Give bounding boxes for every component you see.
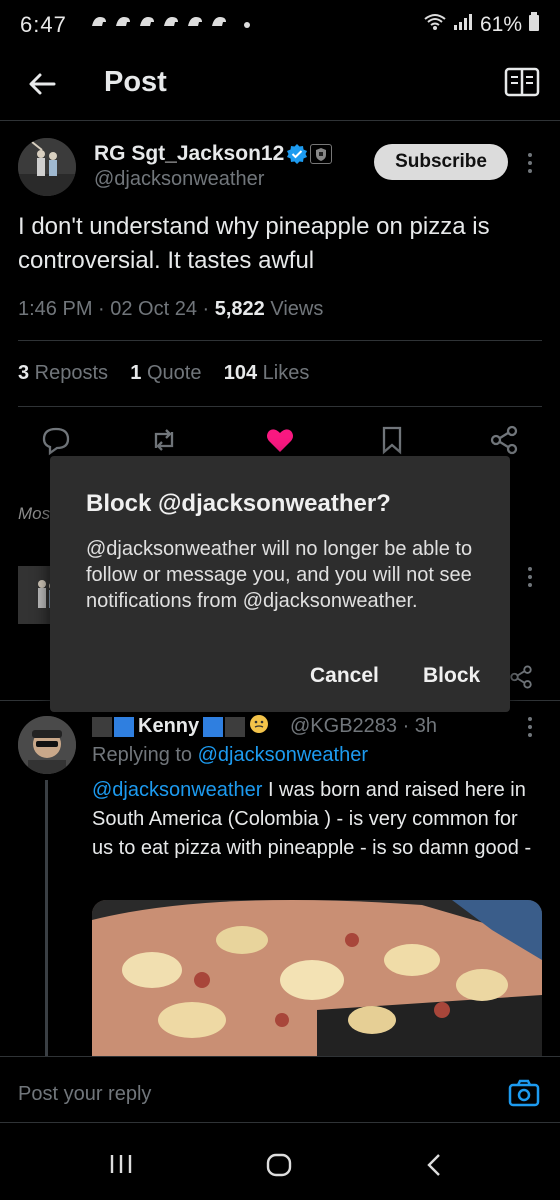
- square-emoji-icon: [114, 716, 134, 737]
- replying-to-handle[interactable]: @djacksonweather: [198, 744, 368, 766]
- post-stats: 3 Reposts 1 Quote 104 Likes: [18, 362, 309, 385]
- block-dialog: Block @djacksonweather? @djacksonweather…: [50, 456, 510, 712]
- app-notification-icon: [210, 14, 228, 30]
- post-text: I don't understand why pineapple on pizz…: [18, 213, 490, 274]
- dialog-title: Block @djacksonweather?: [86, 490, 391, 517]
- author-name[interactable]: RG Sgt_Jackson12: [94, 142, 284, 166]
- reply-author-row[interactable]: Kenny: [92, 713, 271, 740]
- recent-apps-icon[interactable]: [108, 1153, 134, 1175]
- verified-badge-icon: [286, 143, 308, 165]
- views-label: Views: [264, 298, 324, 320]
- like-icon[interactable]: [264, 424, 296, 456]
- battery-percent: 61%: [479, 13, 522, 36]
- post-action-row: [0, 424, 560, 460]
- header-divider: [0, 120, 560, 121]
- replying-to-prefix: Replying to: [92, 744, 198, 766]
- views-count: 5,822: [214, 298, 265, 320]
- app-notification-icon: [114, 14, 132, 30]
- repost-icon[interactable]: [148, 424, 180, 456]
- affiliate-badge-icon: [310, 144, 332, 164]
- reply-handle-time: @KGB2283 · 3h: [290, 715, 438, 737]
- square-emoji-icon: [225, 716, 246, 737]
- replying-to: Replying to @djacksonweather: [92, 744, 368, 767]
- stats-divider: [18, 406, 542, 407]
- page-title: Post: [104, 66, 167, 98]
- cancel-button[interactable]: Cancel: [310, 664, 379, 688]
- reply-composer[interactable]: Post your reply: [0, 1056, 560, 1122]
- likes-stat[interactable]: 104 Likes: [224, 362, 310, 384]
- system-navigation-bar: [0, 1122, 560, 1200]
- reply-more-options-icon[interactable]: [526, 716, 534, 738]
- bookmark-icon[interactable]: [376, 424, 408, 456]
- reply-author-name[interactable]: Kenny: [138, 715, 199, 738]
- reply-icon[interactable]: [40, 424, 72, 456]
- author-avatar[interactable]: [18, 138, 76, 196]
- square-emoji-icon: [203, 716, 224, 737]
- reply-more-options-icon[interactable]: [526, 566, 534, 588]
- reply-author-avatar[interactable]: [18, 716, 76, 774]
- quotes-stat[interactable]: 1 Quote: [130, 362, 201, 384]
- signal-icon: [452, 13, 474, 37]
- reply-input[interactable]: Post your reply: [18, 1083, 151, 1106]
- system-back-icon[interactable]: [424, 1153, 444, 1177]
- status-bar: 6:47 61%: [0, 0, 560, 52]
- app-notification-icon: [186, 14, 204, 30]
- camera-icon[interactable]: [508, 1079, 540, 1107]
- dialog-body: @djacksonweather will no longer be able …: [86, 538, 473, 612]
- more-options-icon[interactable]: [526, 152, 534, 174]
- share-icon[interactable]: [488, 424, 520, 456]
- top-app-bar: Post: [0, 52, 560, 120]
- more-notifications-dot: [244, 22, 250, 28]
- post-meta: 1:46 PM · 02 Oct 24 · 5,822 Views: [18, 298, 323, 321]
- reply-share-icon[interactable]: [508, 664, 534, 690]
- square-emoji-icon: [92, 716, 112, 737]
- post-timestamp: 1:46 PM · 02 Oct 24 ·: [18, 298, 215, 320]
- thread-line: [45, 780, 48, 1056]
- reply-sort-label[interactable]: Mos: [18, 504, 50, 524]
- battery-icon: [528, 12, 540, 38]
- subscribe-button[interactable]: Subscribe: [374, 144, 508, 180]
- notification-icons: [90, 14, 228, 30]
- face-emoji-icon: [247, 713, 271, 740]
- app-notification-icon: [162, 14, 180, 30]
- back-arrow-icon[interactable]: [24, 66, 60, 102]
- block-button[interactable]: Block: [423, 664, 480, 688]
- meta-divider: [18, 340, 542, 341]
- reposts-stat[interactable]: 3 Reposts: [18, 362, 108, 384]
- reply-text: @djacksonweather I was born and raised h…: [92, 776, 542, 863]
- home-icon[interactable]: [266, 1153, 292, 1177]
- reader-mode-icon[interactable]: [504, 66, 540, 98]
- reply-mention[interactable]: @djacksonweather: [92, 779, 262, 801]
- status-time: 6:47: [20, 12, 67, 37]
- wifi-icon: [424, 13, 446, 37]
- app-notification-icon: [90, 14, 108, 30]
- author-handle[interactable]: @djacksonweather: [94, 168, 264, 191]
- status-right: 61%: [424, 12, 540, 38]
- app-notification-icon: [138, 14, 156, 30]
- pizza-photo[interactable]: [92, 900, 542, 1060]
